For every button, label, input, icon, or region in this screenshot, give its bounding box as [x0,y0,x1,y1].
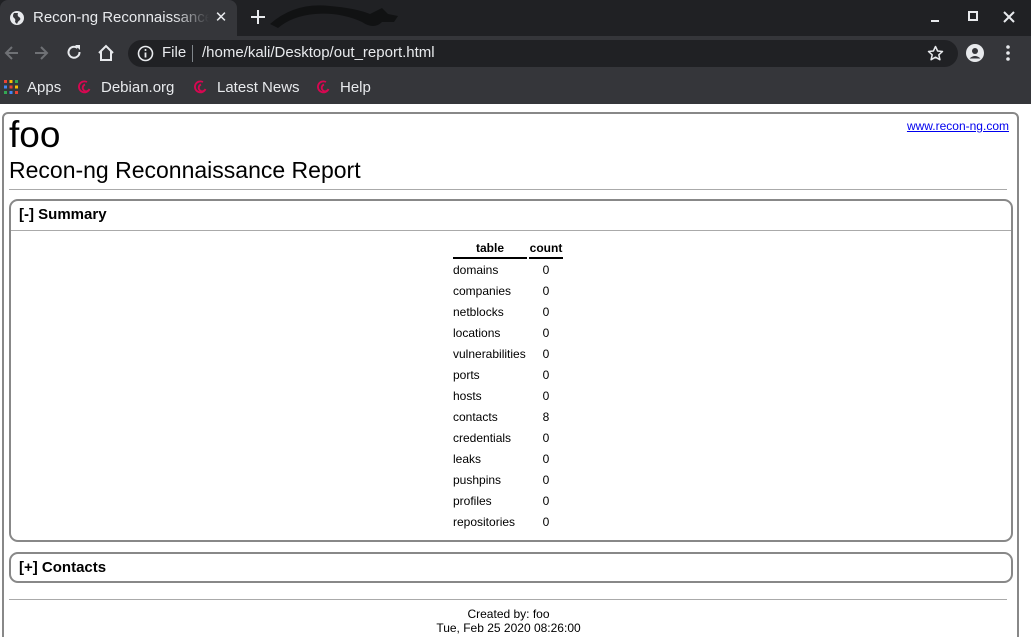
footer-timestamp: Tue, Feb 25 2020 08:26:00 [436,621,581,635]
collapse-indicator: [-] [19,206,34,223]
new-tab-icon[interactable] [248,7,268,27]
forward-icon[interactable] [31,43,51,63]
count-cell: 8 [542,409,550,424]
table-name-cell: pushpins [453,472,502,487]
summary-table: table count domains 0 companies 0 netblocks 0… [451,239,565,532]
table-name-cell: vulnerabilities [453,346,526,361]
count-cell: 0 [542,388,550,403]
table-name-cell: contacts [453,409,498,424]
contacts-section: [+] Contacts [9,552,1013,583]
table-row: locations 0 [453,322,563,343]
table-row: leaks 0 [453,448,563,469]
reload-icon[interactable] [64,43,84,63]
browser-tab[interactable]: Recon-ng Reconnaissance Report ✕ [0,0,237,36]
globe-icon [10,11,24,25]
debian-swirl-icon [194,80,207,94]
table-name-cell: hosts [453,388,482,403]
footer-created-by: Created by: foo [467,607,550,621]
workspace-name: foo [9,114,61,155]
table-name-cell: ports [453,367,480,382]
table-row: ports 0 [453,364,563,385]
bookmark-label: Latest News [217,78,300,96]
bookmark-label: Apps [27,78,62,96]
table-row: netblocks 0 [453,301,563,322]
address-bar[interactable]: File /home/kali/Desktop/out_report.html [128,40,958,67]
count-cell: 0 [542,304,550,319]
count-cell: 0 [542,367,550,382]
section-heading: Summary [38,206,107,223]
table-name-cell: profiles [453,493,492,508]
back-icon[interactable] [2,43,22,63]
bookmark-apps[interactable]: Apps [3,75,61,99]
table-row: hosts 0 [453,385,563,406]
count-cell: 0 [542,346,550,361]
menu-icon[interactable] [998,43,1018,63]
column-header-table: table [453,239,527,259]
bookmarks-bar: Apps Debian.org Latest News Help [0,70,1031,104]
address-scheme: File [162,44,187,61]
summary-section: [-] Summary table count domains 0 companie… [9,199,1013,542]
info-icon[interactable] [137,45,154,62]
bookmark-label: Debian.org [101,78,175,96]
count-cell: 0 [542,325,550,340]
count-cell: 0 [542,514,550,529]
count-cell: 0 [542,283,550,298]
count-cell: 0 [542,472,550,487]
maximize-icon[interactable] [962,6,984,28]
address-separator [192,45,193,62]
count-cell: 0 [542,451,550,466]
recon-ng-link[interactable]: www.recon-ng.com [907,119,1009,133]
navigation-toolbar: File /home/kali/Desktop/out_report.html [0,36,1031,70]
kali-dragon-watermark [270,5,398,28]
report-title: Recon-ng Reconnaissance Report [9,157,361,183]
column-header-count: count [529,239,563,259]
table-row: profiles 0 [453,490,563,511]
bookmark-star-icon[interactable] [927,45,944,62]
section-heading: Contacts [41,559,107,576]
count-cell: 0 [542,493,550,508]
count-cell: 0 [542,262,550,277]
bookmark-latest-news[interactable]: Latest News [193,75,300,99]
table-row: vulnerabilities 0 [453,343,563,364]
table-name-cell: netblocks [453,304,504,319]
table-name-cell: domains [453,262,499,277]
apps-grid-icon [4,80,18,94]
table-name-cell: repositories [453,514,516,529]
bookmark-help[interactable]: Help [316,75,371,99]
minimize-icon[interactable] [924,6,946,28]
address-url[interactable]: /home/kali/Desktop/out_report.html [202,44,435,61]
expand-indicator: [+] [19,559,38,576]
debian-swirl-icon [317,80,330,94]
summary-toggle[interactable]: [-] Summary [11,201,1011,231]
table-row: repositories 0 [453,511,563,532]
tab-close-icon[interactable]: ✕ [213,9,229,27]
table-row: domains 0 [453,259,563,280]
table-row: contacts 8 [453,406,563,427]
table-name-cell: leaks [453,451,482,466]
table-name-cell: companies [453,283,512,298]
page-viewport: www.recon-ng.com foo Recon-ng Reconnaiss… [0,104,1031,637]
table-name-cell: credentials [453,430,512,445]
title-bar: Recon-ng Reconnaissance Report ✕ [0,0,1031,36]
table-row: pushpins 0 [453,469,563,490]
window-close-icon[interactable] [998,6,1020,28]
footer-divider [9,599,1007,600]
tab-title: Recon-ng Reconnaissance Report [33,9,209,26]
count-cell: 0 [542,430,550,445]
home-icon[interactable] [96,43,116,63]
table-row: credentials 0 [453,427,563,448]
table-row: companies 0 [453,280,563,301]
bookmark-label: Help [340,78,371,96]
debian-swirl-icon [78,80,91,94]
contacts-toggle[interactable]: [+] Contacts [11,554,1011,584]
table-name-cell: locations [453,325,501,340]
title-divider [9,189,1007,190]
profile-icon[interactable] [965,43,985,63]
bookmark-debian[interactable]: Debian.org [77,75,174,99]
